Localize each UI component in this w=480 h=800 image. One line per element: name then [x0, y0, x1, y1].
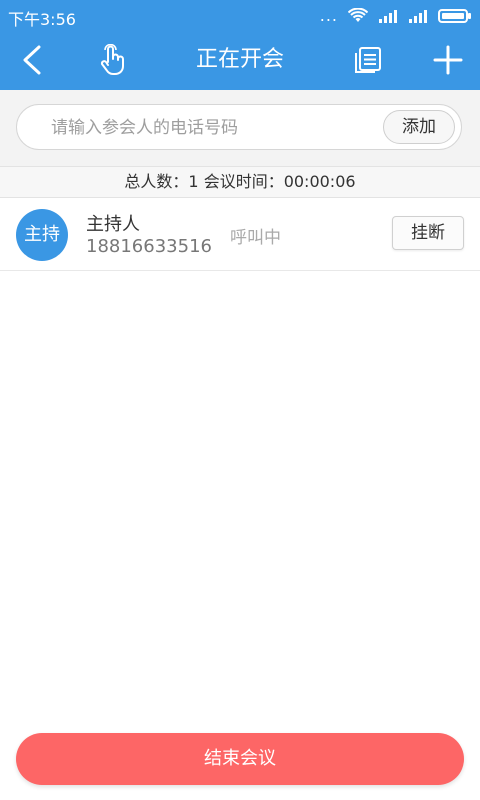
page-title: 正在开会: [195, 47, 284, 72]
list-button[interactable]: [348, 40, 388, 80]
meeting-summary: 总人数：1 会议时间：00:00:06: [0, 167, 480, 198]
plus-icon: [433, 45, 463, 75]
more-dots-icon: ...: [319, 6, 338, 25]
signal-icon-2: [409, 9, 427, 23]
add-participant-button[interactable]: [428, 40, 468, 80]
status-time: 下午3:56: [8, 10, 76, 29]
phone-entry-box: 添加: [16, 104, 462, 150]
participant-name: 主持人: [86, 214, 140, 235]
participant-status: 呼叫中: [230, 228, 281, 248]
hangup-button[interactable]: 挂断: [392, 216, 464, 250]
participant-phone: 18816633516: [86, 236, 212, 257]
end-meeting-button[interactable]: 结束会议: [16, 733, 464, 785]
signal-icon: [379, 9, 397, 23]
battery-icon: [438, 8, 471, 23]
copy-list-icon: [355, 47, 381, 73]
participant-row: 主持 主持人 18816633516 呼叫中 挂断: [0, 198, 480, 271]
phone-entry-area: 添加: [0, 90, 480, 167]
status-bar: 下午3:56 ...: [0, 0, 480, 30]
wifi-icon: [348, 7, 368, 22]
phone-input[interactable]: [49, 114, 373, 142]
app-bar: 正在开会: [0, 30, 480, 90]
add-button[interactable]: 添加: [383, 110, 455, 144]
status-icons: ...: [320, 6, 472, 25]
avatar: 主持: [16, 209, 68, 261]
